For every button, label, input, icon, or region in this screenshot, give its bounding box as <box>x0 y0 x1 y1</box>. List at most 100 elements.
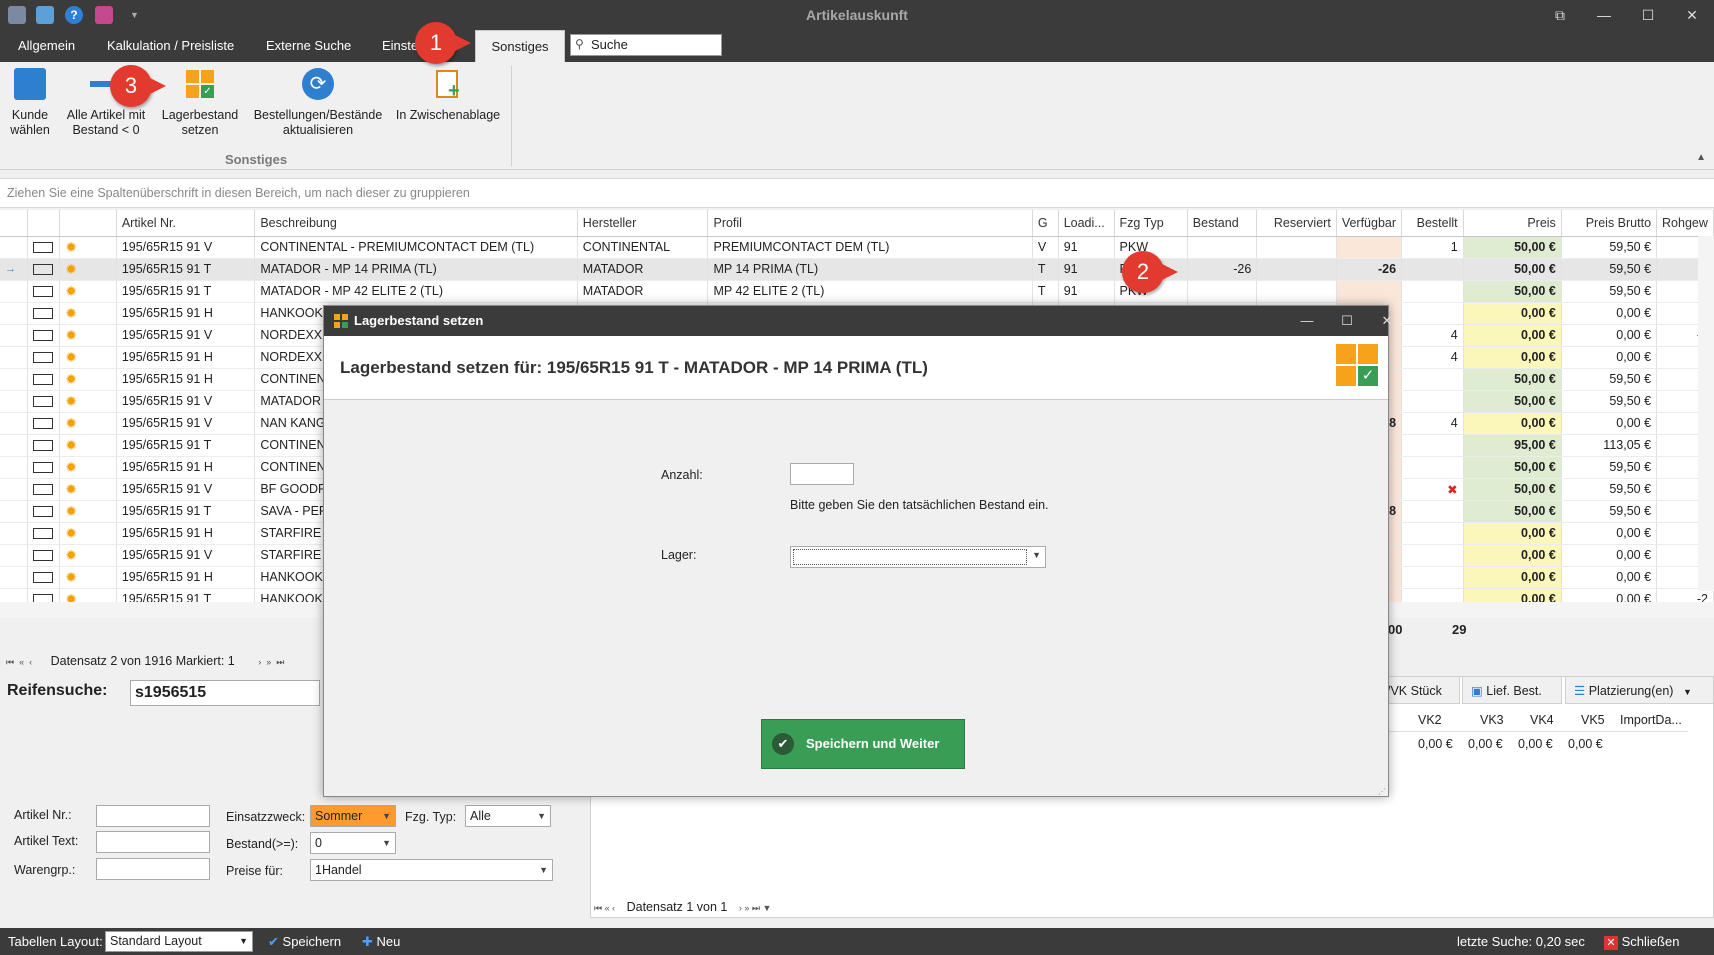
cell-res[interactable] <box>1256 280 1337 303</box>
cell-preis[interactable]: 50,00 € <box>1463 500 1562 523</box>
customer-select-button[interactable]: Kunde wählen <box>4 68 56 138</box>
row-checkbox-cell[interactable] <box>27 324 61 347</box>
column-header-fzg-typ[interactable]: Fzg Typ <box>1114 210 1188 237</box>
row-checkbox[interactable] <box>33 484 54 496</box>
cell-bestellt[interactable] <box>1401 500 1464 523</box>
cell-brutto[interactable]: 0,00 € <box>1561 522 1658 545</box>
row-checkbox[interactable] <box>33 352 54 364</box>
cell-bestellt[interactable] <box>1401 434 1464 457</box>
row-checkbox[interactable] <box>33 264 54 276</box>
close-window-button[interactable]: ✕ Schließen <box>1604 934 1679 950</box>
cell-artnr[interactable]: 195/65R15 91 V <box>116 390 256 413</box>
cell-herst[interactable]: MATADOR <box>577 280 709 303</box>
row-checkbox[interactable] <box>33 572 54 584</box>
dialog-maximize-button[interactable]: ☐ <box>1327 306 1367 336</box>
column-header-vk4[interactable]: VK4 <box>1530 713 1554 727</box>
row-checkbox[interactable] <box>33 242 54 254</box>
row-checkbox[interactable] <box>33 528 54 540</box>
resize-grip-icon[interactable]: ⋰ <box>1378 787 1386 796</box>
column-header-season[interactable] <box>59 210 117 237</box>
cell-preis[interactable]: 50,00 € <box>1463 456 1562 479</box>
lager-select[interactable]: ▼ <box>790 546 1046 568</box>
cell-brutto[interactable]: 59,50 € <box>1561 390 1658 413</box>
row-checkbox[interactable] <box>33 330 54 342</box>
row-checkbox[interactable] <box>33 396 54 408</box>
maximize-button[interactable]: ☐ <box>1626 0 1670 30</box>
row-checkbox-cell[interactable] <box>27 346 61 369</box>
table-row[interactable]: ✹ 195/65R15 91 V CONTINENTAL - PREMIUMCONT… <box>0 236 1714 259</box>
row-checkbox[interactable] <box>33 374 54 386</box>
cell-preis[interactable]: 0,00 € <box>1463 346 1562 369</box>
cell-artnr[interactable]: 195/65R15 91 H <box>116 522 256 545</box>
cell-preis[interactable]: 50,00 € <box>1463 258 1562 281</box>
row-checkbox-cell[interactable] <box>27 302 61 325</box>
chevron-down-icon[interactable]: ▼ <box>1683 687 1692 697</box>
column-header-hersteller[interactable]: Hersteller <box>577 210 709 237</box>
cell-artnr[interactable]: 195/65R15 91 V <box>116 544 256 567</box>
cell-g[interactable]: T <box>1032 280 1059 303</box>
cell-preis[interactable]: 0,00 € <box>1463 544 1562 567</box>
row-checkbox-cell[interactable] <box>27 434 61 457</box>
cell-beschr[interactable]: MATADOR - MP 14 PRIMA (TL) <box>254 258 578 281</box>
grid-vertical-scrollbar[interactable] <box>1698 236 1714 591</box>
cell-preis[interactable]: 50,00 € <box>1463 236 1562 259</box>
save-layout-button[interactable]: ✔ Speichern <box>268 934 341 950</box>
cell-bestellt[interactable] <box>1401 368 1464 391</box>
cell-bestellt[interactable] <box>1401 456 1464 479</box>
cell-artnr[interactable]: 195/65R15 91 H <box>116 566 256 589</box>
dialog-close-button[interactable]: ✕ <box>1367 306 1407 336</box>
new-layout-button[interactable]: ✚ Neu <box>362 934 400 950</box>
cell-load[interactable]: 91 <box>1058 258 1115 281</box>
cell-artnr[interactable]: 195/65R15 91 V <box>116 324 256 347</box>
column-header-vk2[interactable]: VK2 <box>1418 713 1442 727</box>
cell-bestellt[interactable] <box>1401 280 1464 303</box>
cell-artnr[interactable]: 195/65R15 91 V <box>116 236 256 259</box>
row-checkbox-cell[interactable] <box>27 236 61 259</box>
tab-kalkulation[interactable]: Kalkulation / Preisliste <box>97 30 244 62</box>
cell-brutto[interactable]: 59,50 € <box>1561 258 1658 281</box>
row-checkbox[interactable] <box>33 286 54 298</box>
cell-artnr[interactable]: 195/65R15 91 T <box>116 434 256 457</box>
row-checkbox[interactable] <box>33 550 54 562</box>
prev-record-icon[interactable]: ‹ <box>29 657 32 667</box>
cell-preis[interactable]: 50,00 € <box>1463 390 1562 413</box>
cell-preis[interactable]: 50,00 € <box>1463 478 1562 501</box>
cell-artnr[interactable]: 195/65R15 91 H <box>116 346 256 369</box>
next-page-icon[interactable]: » <box>266 657 271 667</box>
cell-brutto[interactable]: 113,05 € <box>1561 434 1658 457</box>
cell-verf[interactable] <box>1336 280 1403 303</box>
row-checkbox-cell[interactable] <box>27 390 61 413</box>
cell-artnr[interactable]: 195/65R15 91 T <box>116 258 256 281</box>
column-header-profil[interactable]: Profil <box>707 210 1033 237</box>
einsatzzweck-select[interactable]: Sommer ▼ <box>310 805 396 827</box>
cell-artnr[interactable]: 195/65R15 91 T <box>116 500 256 523</box>
column-header-artikel-nr[interactable]: Artikel Nr. <box>116 210 256 237</box>
cell-res[interactable] <box>1256 236 1337 259</box>
fzg-typ-select[interactable]: Alle ▼ <box>465 805 551 827</box>
cell-bestand[interactable]: -26 <box>1187 258 1258 281</box>
row-checkbox-cell[interactable] <box>27 280 61 303</box>
refresh-orders-button[interactable]: ⟳ Bestellungen/Bestände aktualisieren <box>250 68 386 138</box>
cell-bestand[interactable] <box>1187 280 1258 303</box>
tab-sonstiges[interactable]: Sonstiges <box>475 30 565 62</box>
row-checkbox-cell[interactable] <box>27 412 61 435</box>
tab-allgemein[interactable]: Allgemein <box>8 30 85 62</box>
next-record-icon[interactable]: › » ⏭ ▼ <box>739 903 772 913</box>
cell-brutto[interactable]: 0,00 € <box>1561 566 1658 589</box>
first-record-icon[interactable]: ⏮ <box>6 657 14 667</box>
cell-profil[interactable]: MP 42 ELITE 2 (TL) <box>707 280 1033 303</box>
collapse-ribbon-icon[interactable]: ▲ <box>1696 152 1706 163</box>
tab-lief-best[interactable]: ▣ Lief. Best. <box>1462 676 1562 704</box>
cell-bestellt[interactable]: 1 <box>1401 236 1464 259</box>
cell-beschr[interactable]: MATADOR - MP 42 ELITE 2 (TL) <box>254 280 578 303</box>
cell-verf[interactable] <box>1336 236 1403 259</box>
warengruppe-input[interactable] <box>96 858 210 880</box>
column-header-rohgewinn[interactable]: Rohgew <box>1656 210 1714 237</box>
anzahl-input[interactable] <box>790 463 854 485</box>
cell-bestellt[interactable]: 4 <box>1401 346 1464 369</box>
table-row[interactable]: → ✹ 195/65R15 91 T MATADOR - MP 14 PRIMA (T… <box>0 258 1714 281</box>
table-row[interactable]: ✹ 195/65R15 91 T MATADOR - MP 42 ELITE 2 (… <box>0 280 1714 303</box>
cell-beschr[interactable]: CONTINENTAL - PREMIUMCONTACT DEM (TL) <box>254 236 578 259</box>
column-header-bestellt[interactable]: Bestellt <box>1401 210 1464 237</box>
cell-brutto[interactable]: 0,00 € <box>1561 412 1658 435</box>
